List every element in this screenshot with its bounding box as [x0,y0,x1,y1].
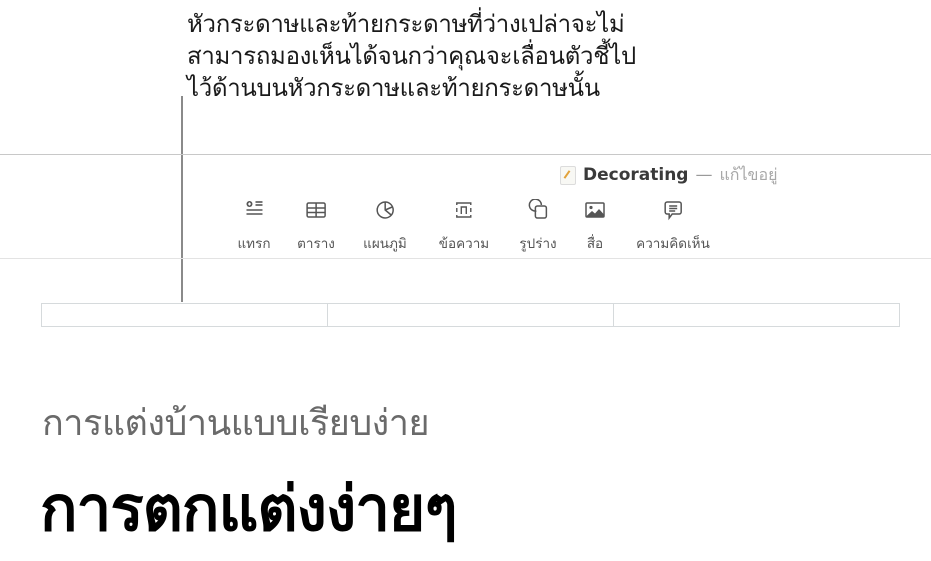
insert-icon [242,198,266,222]
toolbar-comment-label: ความคิดเห็น [636,236,710,252]
document-name: Decorating [583,165,689,185]
text-box-icon [452,198,476,222]
header-field-center[interactable] [328,304,614,326]
header-field-right[interactable] [614,304,899,326]
toolbar-insert-button[interactable]: แทรก [237,198,271,254]
chart-icon [373,198,397,222]
callout-line: สามารถมองเห็นได้จนกว่าคุณจะเลื่อนตัวชี้ไ… [187,42,636,70]
document-title[interactable]: การตกแต่งง่ายๆ [40,460,458,558]
toolbar: แทรก ตาราง แผนภูมิ ข้อความ รูปร่าง สื่อ … [0,198,931,258]
toolbar-table-label: ตาราง [297,236,335,252]
shape-icon [526,198,550,222]
toolbar-comment-button[interactable]: ความคิดเห็น [636,198,710,254]
window-title: Decorating — แก้ไขอยู่ [560,164,777,186]
edit-status: แก้ไขอยู่ [719,164,778,184]
callout-line: ไว้ด้านบนหัวกระดาษและท้ายกระดาษนั้น [187,74,600,102]
callout-line: หัวกระดาษและท้ายกระดาษที่ว่างเปล่าจะไม่ [187,10,625,38]
pages-document-icon [560,165,576,185]
toolbar-text-button[interactable]: ข้อความ [439,198,489,254]
toolbar-chart-label: แผนภูมิ [363,236,407,252]
page-header-fields [41,303,900,327]
toolbar-text-label: ข้อความ [438,236,490,252]
callout-annotation: หัวกระดาษและท้ายกระดาษที่ว่างเปล่าจะไม่ … [187,8,636,104]
comment-icon [661,198,685,222]
header-field-left[interactable] [42,304,328,326]
media-icon [583,198,607,222]
toolbar-divider [0,258,931,259]
toolbar-chart-button[interactable]: แผนภูมิ [363,198,407,254]
toolbar-table-button[interactable]: ตาราง [297,198,335,254]
toolbar-shape-label: รูปร่าง [519,236,557,252]
table-icon [304,198,328,222]
title-separator: — [695,165,713,185]
toolbar-shape-button[interactable]: รูปร่าง [519,198,557,254]
toolbar-media-button[interactable]: สื่อ [583,198,607,254]
window-top-edge [0,154,931,155]
toolbar-insert-label: แทรก [237,236,271,252]
toolbar-media-label: สื่อ [586,236,604,252]
document-subtitle[interactable]: การแต่งบ้านแบบเรียบง่าย [42,394,430,451]
